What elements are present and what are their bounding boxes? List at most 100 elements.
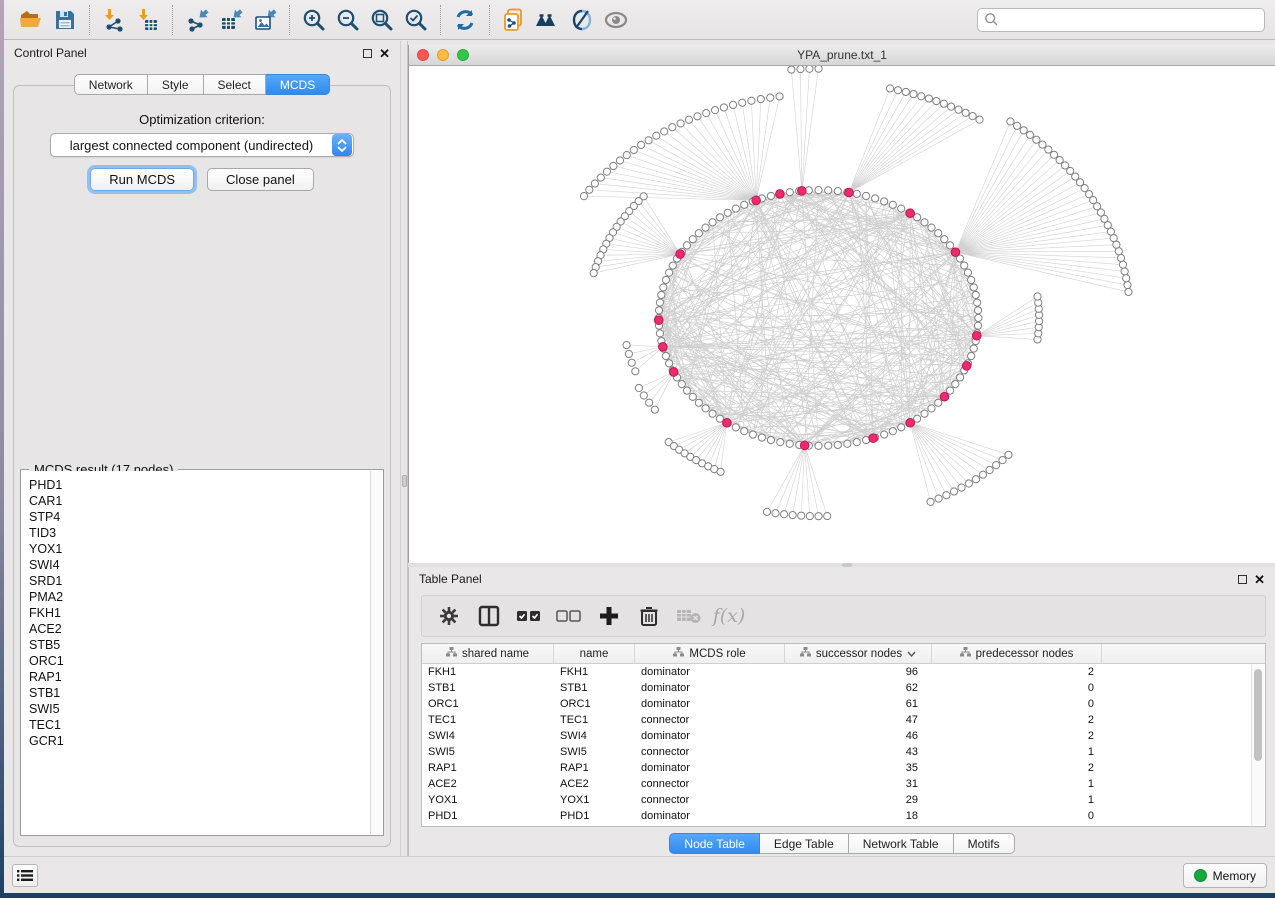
cell-predecessor-nodes[interactable]: 2 [932, 760, 1102, 776]
cell-shared-name[interactable]: SWI4 [422, 728, 554, 744]
cell-name[interactable]: PHD1 [554, 808, 635, 824]
table-tab-edge-table[interactable]: Edge Table [760, 833, 849, 854]
cell-successor-nodes[interactable]: 35 [785, 760, 932, 776]
mcds-result-item[interactable]: TID3 [29, 525, 370, 541]
tab-style[interactable]: Style [148, 74, 204, 95]
table-row[interactable]: FKH1FKH1dominator962 [422, 664, 1265, 680]
close-panel-icon[interactable]: ✕ [1254, 575, 1265, 584]
cell-MCDS-role[interactable]: connector [635, 776, 785, 792]
zoom-in-icon[interactable] [297, 4, 331, 36]
scrollbar-thumb[interactable] [1254, 669, 1262, 761]
mcds-result-item[interactable]: SWI5 [29, 701, 370, 717]
cell-name[interactable]: SWI4 [554, 728, 635, 744]
table-tab-network-table[interactable]: Network Table [849, 833, 954, 854]
cell-predecessor-nodes[interactable]: 1 [932, 744, 1102, 760]
mcds-result-item[interactable]: SWI4 [29, 557, 370, 573]
tab-select[interactable]: Select [204, 74, 266, 95]
cell-successor-nodes[interactable]: 62 [785, 680, 932, 696]
cell-shared-name[interactable]: ORC1 [422, 696, 554, 712]
table-row[interactable]: YOX1YOX1connector291 [422, 792, 1265, 808]
show-all-icon[interactable] [599, 4, 633, 36]
cell-MCDS-role[interactable]: connector [635, 744, 785, 760]
mcds-result-item[interactable]: YOX1 [29, 541, 370, 557]
cell-shared-name[interactable]: TEC1 [422, 712, 554, 728]
select-all-icon[interactable] [514, 601, 544, 631]
tab-network[interactable]: Network [74, 74, 148, 95]
table-row[interactable]: PHD1PHD1dominator180 [422, 808, 1265, 824]
cell-successor-nodes[interactable]: 31 [785, 776, 932, 792]
column-header-shared-name[interactable]: shared name [422, 644, 554, 663]
apply-layout-icon[interactable] [448, 4, 482, 36]
mcds-result-item[interactable]: PHD1 [29, 477, 370, 493]
cell-MCDS-role[interactable]: connector [635, 712, 785, 728]
cell-shared-name[interactable]: ACE2 [422, 776, 554, 792]
deselect-all-icon[interactable] [554, 601, 584, 631]
mcds-result-item[interactable]: SRD1 [29, 573, 370, 589]
mcds-result-item[interactable]: STP4 [29, 509, 370, 525]
table-row[interactable]: SWI5SWI5connector431 [422, 744, 1265, 760]
mcds-result-item[interactable]: STB1 [29, 685, 370, 701]
table-row[interactable]: ORC1ORC1dominator610 [422, 696, 1265, 712]
mcds-result-item[interactable]: RAP1 [29, 669, 370, 685]
mcds-result-item[interactable]: TEC1 [29, 717, 370, 733]
new-network-from-selection-icon[interactable] [497, 4, 531, 36]
cell-name[interactable]: RAP1 [554, 760, 635, 776]
cell-successor-nodes[interactable]: 43 [785, 744, 932, 760]
float-panel-icon[interactable] [1238, 575, 1247, 584]
table-row[interactable]: SWI4SWI4dominator462 [422, 728, 1265, 744]
open-file-icon[interactable] [14, 4, 48, 36]
cell-successor-nodes[interactable]: 61 [785, 696, 932, 712]
table-row[interactable]: RAP1RAP1dominator352 [422, 760, 1265, 776]
cell-MCDS-role[interactable]: dominator [635, 728, 785, 744]
save-session-icon[interactable] [48, 4, 82, 36]
cell-shared-name[interactable]: FKH1 [422, 664, 554, 680]
export-image-icon[interactable] [248, 4, 282, 36]
zoom-selected-icon[interactable] [399, 4, 433, 36]
column-header-MCDS-role[interactable]: MCDS role [635, 644, 785, 663]
first-neighbors-icon[interactable] [531, 4, 565, 36]
cell-successor-nodes[interactable]: 96 [785, 664, 932, 680]
memory-button[interactable]: Memory [1183, 863, 1267, 888]
cell-name[interactable]: ORC1 [554, 696, 635, 712]
hide-selected-icon[interactable] [565, 4, 599, 36]
cell-name[interactable]: TEC1 [554, 712, 635, 728]
cell-predecessor-nodes[interactable]: 0 [932, 696, 1102, 712]
cell-name[interactable]: ACE2 [554, 776, 635, 792]
import-table-icon[interactable] [131, 4, 165, 36]
mcds-result-item[interactable]: ORC1 [29, 653, 370, 669]
close-panel-button[interactable]: Close panel [207, 168, 314, 191]
mcds-result-item[interactable]: GCR1 [29, 733, 370, 749]
cell-name[interactable]: YOX1 [554, 792, 635, 808]
split-view-icon[interactable] [474, 601, 504, 631]
table-tab-motifs[interactable]: Motifs [954, 833, 1015, 854]
mcds-result-item[interactable]: CAR1 [29, 493, 370, 509]
cell-predecessor-nodes[interactable]: 2 [932, 728, 1102, 744]
cell-MCDS-role[interactable]: dominator [635, 680, 785, 696]
cell-shared-name[interactable]: STB1 [422, 680, 554, 696]
cell-predecessor-nodes[interactable]: 0 [932, 808, 1102, 824]
mcds-result-item[interactable]: ACE2 [29, 621, 370, 637]
cell-shared-name[interactable]: PHD1 [422, 808, 554, 824]
table-row[interactable]: ACE2ACE2connector311 [422, 776, 1265, 792]
cell-MCDS-role[interactable]: connector [635, 792, 785, 808]
cell-shared-name[interactable]: SWI5 [422, 744, 554, 760]
cell-name[interactable]: SWI5 [554, 744, 635, 760]
optimization-criterion-select[interactable]: largest connected component (undirected) [50, 133, 354, 157]
float-panel-icon[interactable] [363, 49, 372, 58]
table-scrollbar[interactable] [1251, 665, 1264, 825]
export-network-icon[interactable] [180, 4, 214, 36]
table-row[interactable]: STB1STB1dominator620 [422, 680, 1265, 696]
cell-MCDS-role[interactable]: dominator [635, 760, 785, 776]
mcds-result-item[interactable]: FKH1 [29, 605, 370, 621]
function-builder-icon[interactable]: f(x) [714, 601, 744, 631]
show-panels-list-icon[interactable] [12, 864, 38, 887]
gear-icon[interactable] [434, 601, 464, 631]
table-tab-node-table[interactable]: Node Table [669, 833, 760, 854]
zoom-out-icon[interactable] [331, 4, 365, 36]
cell-MCDS-role[interactable]: dominator [635, 696, 785, 712]
cell-predecessor-nodes[interactable]: 1 [932, 792, 1102, 808]
cell-shared-name[interactable]: YOX1 [422, 792, 554, 808]
import-network-icon[interactable] [97, 4, 131, 36]
export-table-icon[interactable] [214, 4, 248, 36]
mcds-result-list[interactable]: PHD1CAR1STP4TID3YOX1SWI4SRD1PMA2FKH1ACE2… [22, 471, 370, 834]
